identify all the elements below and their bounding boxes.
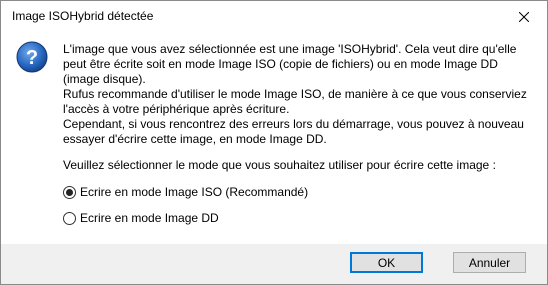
radio-button-checked[interactable] [63, 185, 76, 199]
message-text: L'image que vous avez sélectionnée est u… [63, 42, 533, 147]
svg-text:?: ? [26, 47, 38, 69]
message-paragraph: Cependant, si vous rencontrez des erreur… [63, 117, 524, 146]
radio-option-dd[interactable]: Ecrire en mode Image DD [63, 211, 219, 225]
close-button[interactable] [501, 1, 547, 32]
close-icon [519, 11, 529, 22]
dialog-content: ? L'image que vous avez sélectionnée est… [1, 32, 547, 244]
message-paragraph: L'image que vous avez sélectionnée est u… [63, 42, 517, 86]
window-title: Image ISOHybrid détectée [12, 9, 154, 23]
cancel-button[interactable]: Annuler [453, 252, 526, 273]
message-paragraph: Rufus recommande d'utiliser le mode Imag… [63, 87, 527, 116]
button-bar: OK Annuler [1, 244, 547, 284]
ok-button[interactable]: OK [350, 252, 423, 273]
question-icon: ? [16, 41, 48, 73]
radio-option-iso[interactable]: Ecrire en mode Image ISO (Recommandé) [63, 185, 308, 199]
dialog-window: Image ISOHybrid détectée ? L'image que v… [0, 0, 548, 285]
radio-button[interactable] [63, 211, 76, 225]
radio-label[interactable]: Ecrire en mode Image DD [80, 211, 219, 225]
mode-prompt: Veuillez sélectionner le mode que vous s… [63, 158, 496, 172]
title-bar: Image ISOHybrid détectée [1, 1, 547, 32]
radio-label[interactable]: Ecrire en mode Image ISO (Recommandé) [80, 185, 308, 199]
